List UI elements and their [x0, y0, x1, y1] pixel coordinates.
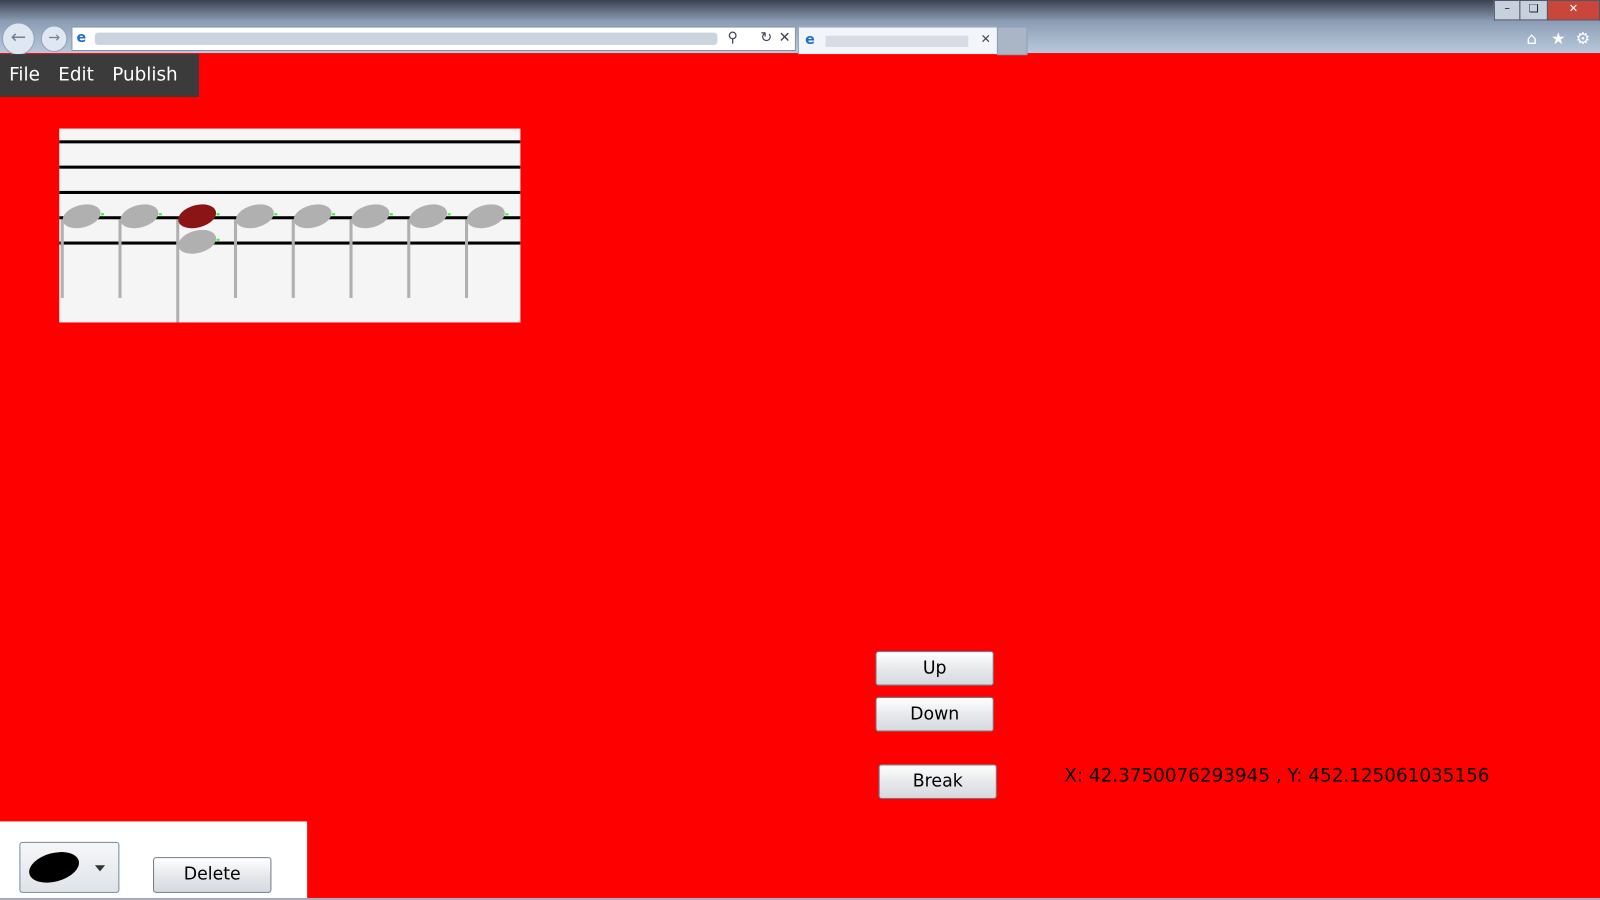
note-handle [447, 213, 451, 216]
note-stem [407, 219, 411, 298]
staff-line [59, 165, 521, 169]
menu-bar: File Edit Publish [0, 54, 199, 97]
address-text [94, 32, 718, 45]
note-stem [176, 219, 180, 323]
coordinates-readout: X: 42.3750076293945 , Y: 452.12506103515… [1064, 765, 1490, 787]
bottom-toolbar: Delete [0, 821, 308, 900]
menu-publish[interactable]: Publish [103, 54, 187, 97]
menu-file[interactable]: File [0, 54, 49, 97]
menu-edit[interactable]: Edit [49, 54, 103, 97]
note-type-dropdown[interactable] [19, 841, 120, 893]
note-handle [389, 213, 393, 216]
down-button[interactable]: Down [875, 696, 994, 732]
ie-logo-icon: e [76, 29, 87, 46]
ie-logo-icon: e [805, 31, 815, 48]
forward-icon[interactable]: → [40, 25, 68, 53]
note-handle [101, 213, 105, 216]
selected-note[interactable] [176, 200, 219, 232]
note-handle [274, 213, 278, 216]
close-tab-icon[interactable]: ✕ [981, 32, 991, 46]
favorites-star-icon[interactable]: ★ [1551, 29, 1566, 48]
restore-button[interactable]: ❏ [1519, 0, 1548, 21]
note[interactable] [291, 200, 334, 232]
note-stem [464, 219, 469, 298]
note[interactable] [176, 226, 219, 258]
back-icon[interactable]: ← [2, 22, 35, 56]
note[interactable] [349, 200, 392, 232]
minimize-button[interactable]: – [1493, 0, 1521, 21]
home-icon[interactable]: ⌂ [1527, 29, 1537, 48]
note-stem [233, 219, 238, 298]
browser-chrome: ← → e ⚲ ↻ ✕ e ✕ ⌂ ★ ⚙ – ❏ ✕ [0, 0, 1600, 56]
staff-line [59, 140, 521, 144]
note-head-icon [29, 852, 79, 883]
chevron-down-icon [94, 865, 106, 872]
note[interactable] [233, 200, 276, 232]
delete-button[interactable]: Delete [153, 857, 272, 893]
staff-canvas[interactable] [59, 129, 521, 323]
staff-line [59, 241, 521, 245]
note-stem [60, 219, 64, 298]
break-button[interactable]: Break [878, 764, 997, 799]
note[interactable] [118, 200, 161, 232]
note-handle [505, 213, 509, 216]
stop-icon[interactable]: ✕ [779, 30, 791, 46]
gear-icon[interactable]: ⚙ [1575, 29, 1590, 48]
note[interactable] [464, 200, 507, 232]
up-button[interactable]: Up [875, 651, 994, 686]
note-handle [158, 213, 162, 216]
note-stem [118, 219, 122, 298]
refresh-icon[interactable]: ↻ [760, 30, 772, 46]
browser-tab[interactable]: e ✕ [797, 26, 998, 55]
search-icon[interactable]: ⚲ [728, 30, 738, 46]
note-handle [216, 213, 220, 216]
note-handle [216, 238, 220, 241]
staff-line [59, 190, 521, 194]
address-bar[interactable]: e ⚲ ↻ ✕ [71, 26, 796, 52]
note-stem [291, 219, 295, 298]
note[interactable] [60, 200, 103, 232]
note[interactable] [407, 200, 450, 232]
tab-title [825, 35, 969, 47]
close-window-button[interactable]: ✕ [1546, 0, 1600, 21]
music-staff[interactable] [59, 128, 521, 323]
note-handle [332, 213, 336, 216]
new-tab-button[interactable] [996, 26, 1028, 56]
note-stem [349, 219, 353, 298]
